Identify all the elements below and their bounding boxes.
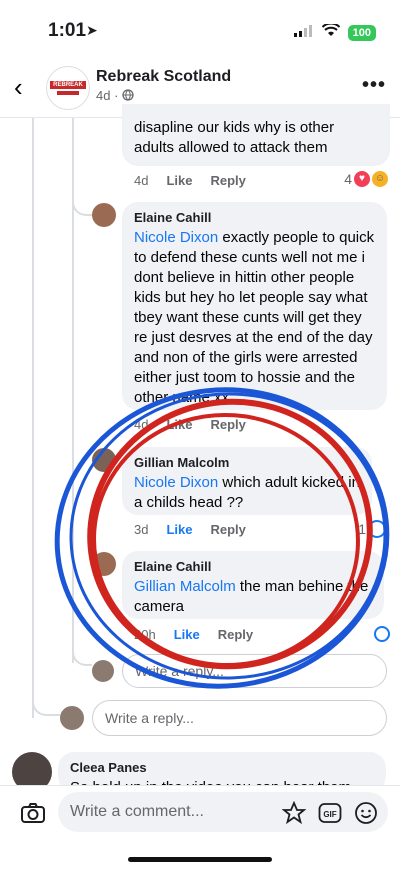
svg-text:GIF: GIF bbox=[323, 810, 336, 819]
mention-link[interactable]: Nicole Dixon bbox=[134, 229, 218, 246]
like-button[interactable]: Like bbox=[166, 522, 192, 537]
care-reaction-icon: ☺ bbox=[372, 171, 388, 187]
comment-text: disapline our kids why is other adults a… bbox=[134, 119, 335, 156]
reply-button[interactable]: Reply bbox=[210, 522, 245, 537]
signal-icon bbox=[293, 24, 314, 42]
comment-author[interactable]: Gillian Malcolm bbox=[134, 455, 360, 470]
thread-elbow bbox=[72, 640, 92, 666]
back-icon[interactable]: ‹ bbox=[14, 72, 23, 103]
like-reaction-icon bbox=[368, 520, 386, 538]
more-icon[interactable]: ••• bbox=[362, 74, 386, 97]
comment-bubble: Elaine Cahill Nicole Dixon exactly peopl… bbox=[122, 202, 387, 410]
avatar bbox=[92, 660, 114, 682]
reply-button[interactable]: Reply bbox=[210, 417, 245, 432]
comment-time: 3d bbox=[134, 522, 149, 537]
comment-actions: 3d Like Reply bbox=[134, 522, 246, 537]
like-button[interactable]: Like bbox=[166, 417, 192, 432]
comment-actions: 20h Like Reply bbox=[134, 627, 253, 642]
like-button[interactable]: Like bbox=[166, 173, 192, 188]
reply-input[interactable]: Write a reply... bbox=[92, 700, 387, 736]
thread-line-root bbox=[32, 118, 34, 718]
reply-button[interactable]: Reply bbox=[218, 627, 253, 642]
comment-text: Nicole Dixon which adult kicked in a chi… bbox=[134, 474, 360, 511]
post-meta: 4d · bbox=[96, 88, 134, 103]
mention-link[interactable]: Nicole Dixon bbox=[134, 474, 218, 491]
thread-elbow bbox=[32, 690, 60, 716]
reaction-count: 1 bbox=[358, 521, 366, 537]
avatar[interactable] bbox=[92, 552, 116, 576]
heart-reaction-icon: ♥ bbox=[354, 171, 370, 187]
page-logo: REBREAK NEWS bbox=[50, 81, 86, 96]
comment-text: Nicole Dixon exactly people to quick to … bbox=[134, 229, 375, 406]
sticker-icon[interactable] bbox=[281, 800, 307, 830]
reply-button[interactable]: Reply bbox=[210, 173, 245, 188]
like-button[interactable]: Like bbox=[174, 627, 200, 642]
comment-time: 20h bbox=[134, 627, 156, 642]
camera-icon[interactable] bbox=[20, 800, 46, 826]
comment-actions: 4d Like Reply bbox=[134, 173, 246, 188]
comment-text: Gillian Malcolm the man behine the camer… bbox=[134, 578, 369, 615]
reaction-summary[interactable]: 4 ♥ ☺ bbox=[344, 171, 388, 187]
comment-bubble: Elaine Cahill Gillian Malcolm the man be… bbox=[122, 551, 384, 619]
comment-actions: 4d Like Reply bbox=[134, 417, 246, 432]
comment-bubble: Gillian Malcolm Nicole Dixon which adult… bbox=[122, 447, 372, 515]
globe-icon bbox=[122, 88, 134, 103]
wifi-icon bbox=[321, 22, 340, 42]
avatar[interactable] bbox=[92, 203, 116, 227]
comment-time: 4d bbox=[134, 173, 149, 188]
avatar bbox=[60, 706, 84, 730]
reaction-count: 4 bbox=[344, 171, 352, 187]
emoji-icon[interactable] bbox=[354, 801, 378, 830]
home-indicator bbox=[128, 857, 272, 862]
page-name[interactable]: Rebreak Scotland bbox=[96, 68, 231, 86]
mention-link[interactable]: Gillian Malcolm bbox=[134, 578, 236, 595]
status-bar: 1:01 ➤ 100 bbox=[0, 0, 400, 62]
page-avatar[interactable]: REBREAK NEWS bbox=[46, 66, 90, 110]
status-time: 1:01 bbox=[48, 20, 87, 41]
comment-bubble: disapline our kids why is other adults a… bbox=[122, 104, 390, 166]
thread-elbow bbox=[72, 190, 92, 216]
comment-author[interactable]: Elaine Cahill bbox=[134, 210, 375, 225]
reaction-summary[interactable]: 1 bbox=[358, 520, 386, 538]
avatar[interactable] bbox=[92, 448, 116, 472]
comment-author[interactable]: Elaine Cahill bbox=[134, 559, 372, 574]
gif-icon[interactable]: GIF bbox=[318, 801, 342, 830]
comment-time: 4d bbox=[134, 417, 149, 432]
location-arrow-icon: ➤ bbox=[86, 22, 98, 38]
reply-input[interactable]: Write a reply... bbox=[122, 654, 387, 688]
like-reaction-icon bbox=[374, 626, 390, 642]
comment-author[interactable]: Cleea Panes bbox=[70, 760, 374, 775]
battery-indicator: 100 bbox=[347, 25, 376, 41]
